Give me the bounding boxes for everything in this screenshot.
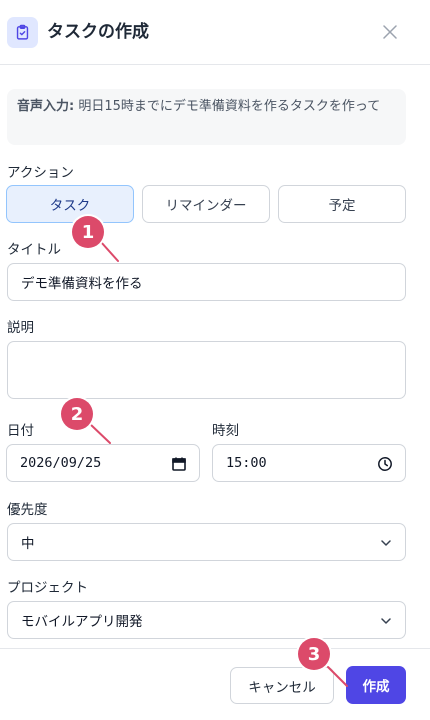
date-label: 日付 — [7, 423, 34, 439]
dialog-title: タスクの作成 — [47, 22, 149, 42]
time-value: 15:00 — [226, 455, 267, 471]
action-option-event[interactable]: 予定 — [278, 185, 406, 223]
project-value: モバイルアプリ開発 — [21, 614, 143, 630]
annotation-marker-2: 2 — [61, 398, 93, 430]
voice-input-transcript: 音声入力: 明日15時までにデモ準備資料を作るタスクを作って — [7, 89, 406, 145]
clock-icon[interactable] — [377, 456, 393, 472]
chevron-down-icon — [379, 614, 393, 628]
priority-select[interactable]: 中 — [7, 523, 406, 561]
calendar-icon[interactable] — [171, 456, 187, 472]
project-label: プロジェクト — [7, 580, 88, 596]
title-input[interactable]: デモ準備資料を作る — [7, 263, 406, 301]
voice-input-prefix: 音声入力: — [17, 99, 75, 114]
action-option-task[interactable]: タスク — [6, 185, 134, 223]
date-value: 2026/09/25 — [20, 455, 102, 471]
action-label: アクション — [7, 165, 74, 181]
action-option-reminder[interactable]: リマインダー — [142, 185, 270, 223]
date-input[interactable]: 2026/09/25 — [6, 444, 200, 482]
voice-input-text: 明日15時までにデモ準備資料を作るタスクを作って — [74, 99, 381, 114]
create-button[interactable]: 作成 — [346, 666, 406, 704]
time-input[interactable]: 15:00 — [212, 444, 406, 482]
description-label: 説明 — [7, 320, 34, 336]
time-label: 時刻 — [212, 423, 239, 439]
priority-label: 優先度 — [7, 502, 48, 518]
cancel-button[interactable]: キャンセル — [230, 667, 334, 704]
title-label: タイトル — [7, 242, 61, 258]
annotation-marker-3: 3 — [298, 638, 330, 670]
priority-value: 中 — [21, 536, 35, 552]
close-icon[interactable] — [378, 20, 402, 44]
clipboard-check-icon — [7, 17, 38, 48]
annotation-marker-1: 1 — [72, 216, 104, 248]
project-select[interactable]: モバイルアプリ開発 — [7, 601, 406, 639]
chevron-down-icon — [379, 536, 393, 550]
description-textarea[interactable] — [7, 341, 406, 399]
dialog-header: タスクの作成 — [0, 0, 430, 65]
